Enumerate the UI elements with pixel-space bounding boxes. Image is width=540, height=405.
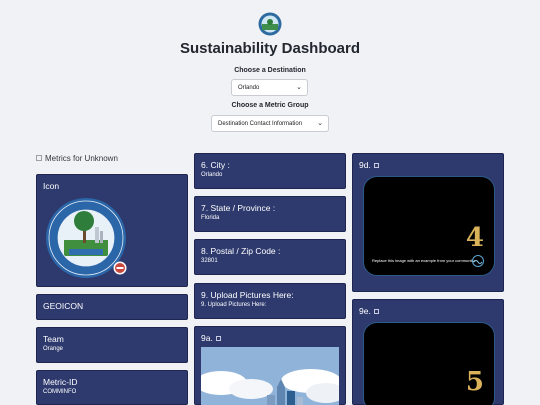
picture-9e-header: 9e.: [353, 300, 503, 316]
picture-9e-title: 9e.: [359, 306, 371, 316]
upload-value: 9. Upload Pictures Here:: [201, 302, 267, 308]
metrics-unknown-label: Metrics for Unknown: [45, 154, 118, 163]
picture-9d-card: 9d. 4 Replace this image with an example…: [352, 153, 504, 292]
metrics-unknown-toggle[interactable]: Metrics for Unknown: [36, 154, 118, 163]
picture-9e-image: 5: [363, 322, 495, 405]
destination-label: Choose a Destination: [234, 67, 306, 74]
checkbox-icon[interactable]: [36, 155, 42, 161]
city-card: 6. City : Orlando: [194, 153, 346, 189]
picture-9e-number: 5: [465, 367, 484, 397]
metric-group-label: Choose a Metric Group: [231, 102, 309, 109]
team-value: Orange: [43, 346, 64, 352]
destination-select-value: Orlando: [238, 84, 260, 91]
checkbox-icon[interactable]: [373, 163, 379, 168]
chevron-down-icon: ⌄: [296, 84, 302, 91]
icon-card: Icon: [36, 174, 188, 287]
picture-9a-header: 9a.: [195, 327, 345, 343]
team-card: Team Orange: [36, 327, 188, 363]
city-seal-logo: [258, 12, 282, 36]
state-value: Florida: [201, 215, 220, 221]
postal-card: 8. Postal / Zip Code : 32801: [194, 239, 346, 275]
picture-9d-caption: Replace this image with an example from …: [372, 258, 475, 263]
page-title: Sustainability Dashboard: [179, 40, 361, 57]
destination-select[interactable]: Orlando ⌄: [231, 79, 308, 96]
team-title: Team: [43, 334, 64, 344]
state-card: 7. State / Province : Florida: [194, 196, 346, 232]
picture-9d-title: 9d.: [359, 160, 371, 170]
metric-id-value: COMMINFO: [43, 389, 77, 395]
city-value: Orlando: [201, 172, 223, 178]
picture-9d-image: 4 Replace this image with an example fro…: [363, 176, 495, 276]
geoicon-card: GEOICON: [36, 294, 188, 320]
small-badge-icon: [113, 261, 127, 275]
checkbox-icon[interactable]: [215, 336, 221, 341]
city-title: 6. City :: [201, 160, 230, 170]
postal-value: 32801: [201, 258, 218, 264]
metric-id-title: Metric-ID: [43, 377, 78, 387]
picture-9d-header: 9d.: [353, 154, 503, 170]
metric-id-card: Metric-ID COMMINFO: [36, 370, 188, 405]
picture-9a-title: 9a.: [201, 333, 213, 343]
skyline-photo-image: [201, 347, 339, 405]
metric-group-select-value: Destination Contact Information: [218, 120, 303, 127]
metric-group-select[interactable]: Destination Contact Information ⌄: [211, 115, 329, 132]
picture-9a-card: 9a.: [194, 326, 346, 405]
chevron-down-icon: ⌄: [317, 120, 323, 127]
picture-9e-card: 9e. 5: [352, 299, 504, 405]
upload-title: 9. Upload Pictures Here:: [201, 290, 294, 300]
picture-9d-number: 4: [465, 223, 484, 253]
state-title: 7. State / Province :: [201, 203, 276, 213]
postal-title: 8. Postal / Zip Code :: [201, 246, 281, 256]
icon-card-title: Icon: [43, 181, 60, 191]
checkbox-icon[interactable]: [373, 309, 379, 314]
wave-logo-icon: [472, 255, 484, 267]
geoicon-title: GEOICON: [43, 301, 84, 311]
upload-card: 9. Upload Pictures Here: 9. Upload Pictu…: [194, 283, 346, 319]
